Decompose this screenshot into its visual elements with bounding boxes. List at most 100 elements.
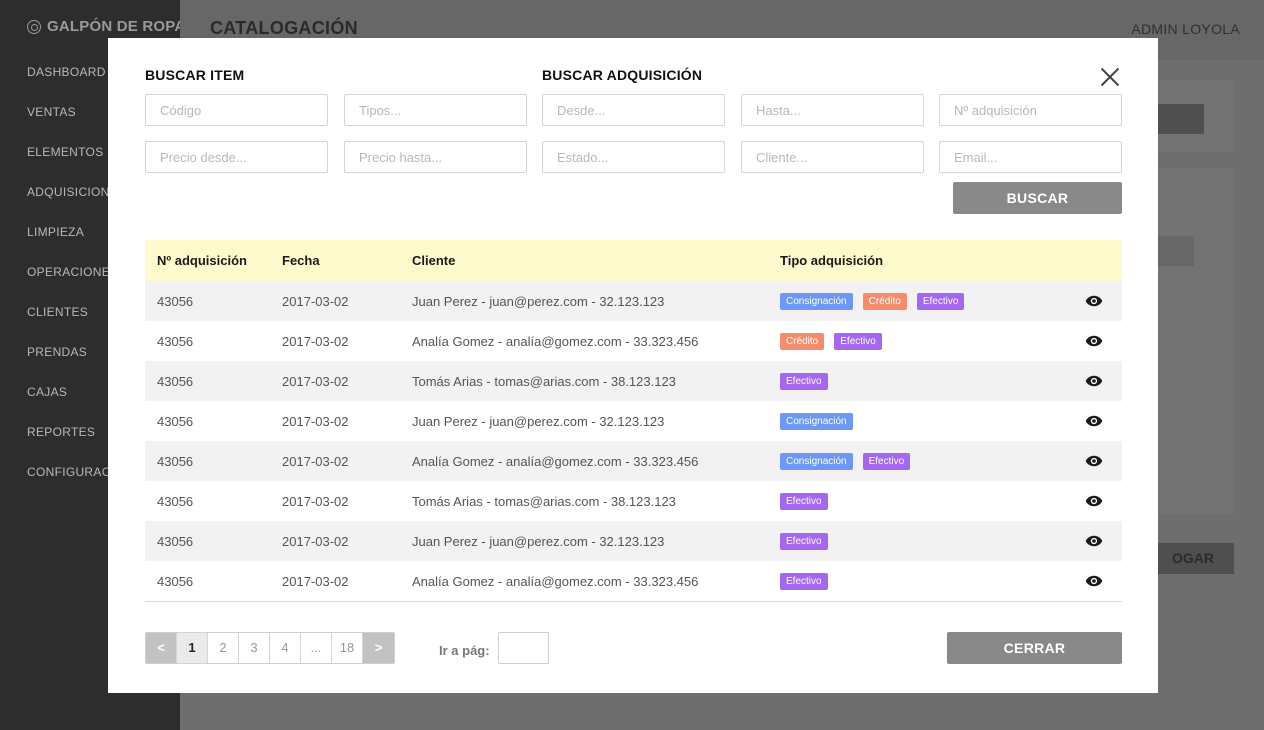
badge-consignacion: Consignación [780,292,853,310]
badge-efectivo: Efectivo [780,532,828,550]
badge-efectivo: Efectivo [780,372,828,390]
goto-label: Ir a pág: [439,643,490,658]
eye-icon[interactable] [1085,335,1103,347]
cell-tipo-adquisicion: Consignación [780,412,1050,430]
estado-input[interactable] [542,141,725,173]
page-18[interactable]: 18 [332,633,363,663]
codigo-input[interactable] [145,94,328,126]
email-input[interactable] [939,141,1122,173]
cell-fecha: 2017-03-02 [282,293,349,309]
badge-efectivo: Efectivo [780,492,828,510]
buscar-button[interactable]: BUSCAR [953,182,1122,214]
table-row: 43056 2017-03-02 Analía Gomez - analía@gom… [145,441,1122,481]
table-divider [145,601,1122,602]
cell-cliente: Analía Gomez - analía@gomez.com - 33.323… [412,453,699,469]
header-cliente: Cliente [412,253,456,268]
cell-tipo-adquisicion: Efectivo [780,572,1050,590]
cliente-input[interactable] [741,141,924,173]
eye-icon[interactable] [1085,415,1103,427]
prev-page-button[interactable]: < [146,633,177,663]
cell-num-adquisicion: 43056 [157,373,194,389]
table-row: 43056 2017-03-02 Tomás Arias - tomas@arias… [145,361,1122,401]
cell-tipo-adquisicion: Efectivo [780,492,1050,510]
cell-tipo-adquisicion: Consignación Efectivo [780,452,1050,470]
cell-cliente: Analía Gomez - analía@gomez.com - 33.323… [412,573,699,589]
cell-cliente: Analía Gomez - analía@gomez.com - 33.323… [412,333,699,349]
hanger-icon [27,19,41,34]
eye-icon[interactable] [1085,495,1103,507]
cell-actions [1050,335,1122,347]
page-2[interactable]: 2 [208,633,239,663]
header-num: Nº adquisición [157,253,247,268]
cell-actions [1050,575,1122,587]
cell-num-adquisicion: 43056 [157,413,194,429]
badge-efectivo: Efectivo [834,332,882,350]
cerrar-button[interactable]: CERRAR [947,632,1122,664]
table-row: 43056 2017-03-02 Juan Perez - juan@perez.c… [145,281,1122,321]
background-button [1150,104,1204,134]
goto-page-input[interactable] [498,632,549,664]
num-adquisicion-input[interactable] [939,94,1122,126]
precio-desde-input[interactable] [145,141,328,173]
eye-icon[interactable] [1085,455,1103,467]
cell-cliente: Juan Perez - juan@perez.com - 32.123.123 [412,413,665,429]
cell-tipo-adquisicion: Efectivo [780,372,1050,390]
background-button: OGAR [1150,543,1234,574]
badge-efectivo: Efectivo [916,292,965,310]
badge-credito: Crédito [862,292,907,310]
cell-fecha: 2017-03-02 [282,493,349,509]
close-icon[interactable] [1098,65,1122,89]
table-body: 43056 2017-03-02 Juan Perez - juan@perez.c… [145,281,1122,601]
cell-actions [1050,415,1122,427]
user-menu[interactable]: ADMIN LOYOLA [1131,21,1240,37]
page-1[interactable]: 1 [177,633,208,663]
page-4[interactable]: 4 [270,633,301,663]
next-page-button[interactable]: > [363,633,394,663]
eye-icon[interactable] [1085,375,1103,387]
tipos-input[interactable] [344,94,527,126]
search-modal: BUSCAR ITEM BUSCAR ADQUISICIÓN BUSCAR Nº… [108,38,1158,693]
table-row: 43056 2017-03-02 Analía Gomez - analía@gom… [145,321,1122,361]
table-row: 43056 2017-03-02 Tomás Arias - tomas@arias… [145,481,1122,521]
cell-fecha: 2017-03-02 [282,533,349,549]
table-row: 43056 2017-03-02 Juan Perez - juan@perez.c… [145,401,1122,441]
table-row: 43056 2017-03-02 Analía Gomez - analía@gom… [145,561,1122,601]
badge-efectivo: Efectivo [780,572,828,590]
cell-fecha: 2017-03-02 [282,453,349,469]
cell-actions [1050,295,1122,307]
hasta-input[interactable] [741,94,924,126]
cell-num-adquisicion: 43056 [157,573,194,589]
header-fecha: Fecha [282,253,320,268]
pagination: <1 2 3 4... 18 > [145,632,395,664]
cell-actions [1050,455,1122,467]
badge-efectivo: Efectivo [862,452,911,470]
table-row: 43056 2017-03-02 Juan Perez - juan@perez.c… [145,521,1122,561]
badge-consignacion: Consignación [780,452,853,470]
buscar-adquisicion-title: BUSCAR ADQUISICIÓN [542,67,703,83]
cell-cliente: Tomás Arias - tomas@arias.com - 38.123.1… [412,373,676,389]
eye-icon[interactable] [1085,575,1103,587]
cell-tipo-adquisicion: Crédito Efectivo [780,332,1050,350]
cell-fecha: 2017-03-02 [282,413,349,429]
eye-icon[interactable] [1085,535,1103,547]
cell-cliente: Juan Perez - juan@perez.com - 32.123.123 [412,293,665,309]
table-header: Nº adquisición Fecha Cliente Tipo adquis… [145,240,1122,281]
cell-num-adquisicion: 43056 [157,293,194,309]
cell-num-adquisicion: 43056 [157,533,194,549]
precio-hasta-input[interactable] [344,141,527,173]
page-ellipsis: ... [301,633,332,663]
cell-actions [1050,375,1122,387]
eye-icon[interactable] [1085,295,1103,307]
cell-tipo-adquisicion: Consignación Crédito Efectivo [780,292,1050,310]
page-3[interactable]: 3 [239,633,270,663]
cell-fecha: 2017-03-02 [282,373,349,389]
cell-cliente: Tomás Arias - tomas@arias.com - 38.123.1… [412,493,676,509]
cell-fecha: 2017-03-02 [282,573,349,589]
brand-logo[interactable]: GALPÓN DE ROPA [27,18,185,35]
adquisiciones-table: Nº adquisición Fecha Cliente Tipo adquis… [145,240,1122,602]
brand-name: GALPÓN DE ROPA [47,18,186,35]
desde-input[interactable] [542,94,725,126]
badge-consignacion: Consignación [780,412,853,430]
cell-actions [1050,535,1122,547]
buscar-item-title: BUSCAR ITEM [145,67,245,83]
